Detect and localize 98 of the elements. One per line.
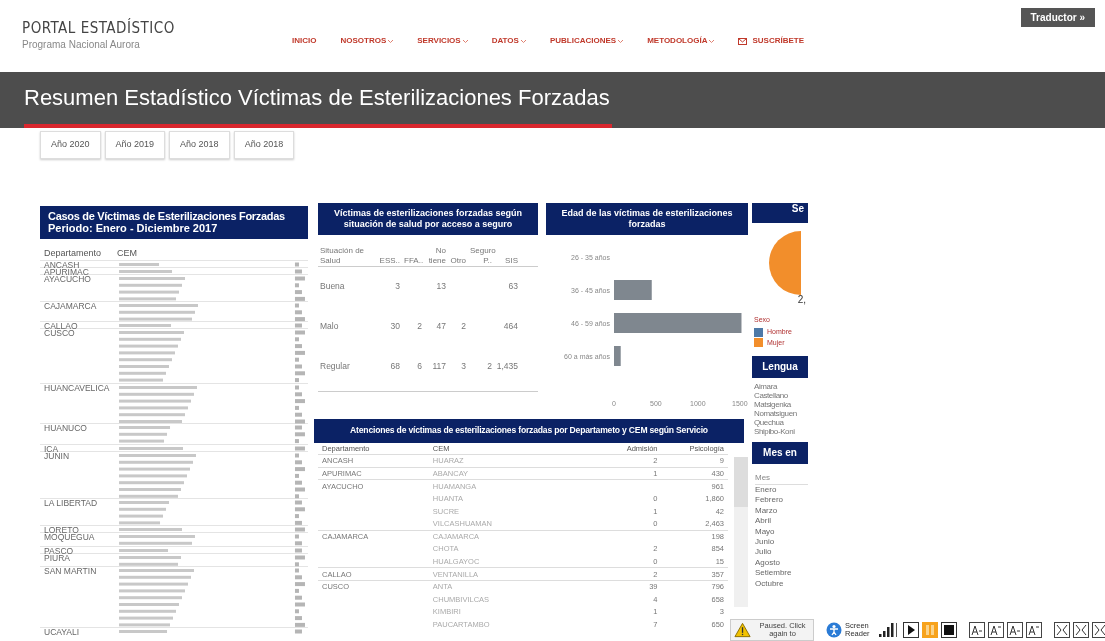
month-item[interactable]: Junio [755,537,808,548]
column-header: SIS [504,255,519,266]
panel-header: Mes en [752,442,808,464]
department-label: LORETO [43,526,80,533]
month-item[interactable]: Mayo [755,526,808,538]
department-label: PASCO [43,546,75,553]
column-header: Situación de Salud [319,246,366,266]
column-header: Departamento [43,246,103,260]
panel-header: Se [752,202,808,223]
column-header: No tiene [427,246,447,266]
nav-link[interactable]: NOSOTROS [340,35,394,47]
department-label: CALLAO [43,322,79,329]
text-size-icon[interactable] [1026,622,1042,638]
scrollbar-thumb[interactable] [734,456,748,507]
column-header: CEM [117,246,137,260]
panel-title: Casos de Víctimas de Esterilizaciones Forzadas [48,209,286,223]
table-cell-text: 3 [460,361,467,372]
department-label: SAN MARTIN [43,567,98,579]
table-cell-text: 6 [416,361,423,372]
text-size-icon[interactable] [1007,622,1023,638]
department-label: LA LIBERTAD [43,499,99,511]
column-header: Mes [755,472,808,485]
column-header: ESS.. [378,255,401,266]
pie-value: 2, [797,292,806,307]
year-tab[interactable]: Año 2019 [104,131,166,159]
table-cell-text: 63 [507,281,519,292]
table-cell-text: 13 [435,281,447,292]
panel-header: Víctimas de esterilizaciones forzadas según situación de salud por acceso a seguro [318,202,538,235]
language-item[interactable]: Castellano [754,391,808,400]
mail-icon [738,37,748,45]
month-item[interactable]: Febrero [755,495,808,506]
column-header: FFA.. [403,255,424,266]
table-cell-text: 2 [486,361,493,372]
panel-header: Atenciones de víctimas de esterilizaciones forzadas por Departameto y CEM según Servicio [314,418,744,443]
month-item[interactable]: Abril [755,516,808,527]
column-header: Seguro P.. [469,246,494,266]
month-item[interactable]: Octubre [755,578,808,590]
panel-subtitle: Periodo: Enero - Diciembre 2017 [48,222,219,235]
month-item[interactable]: Agosto [755,557,808,569]
column-header: Otro [449,255,467,266]
month-item[interactable]: Julio [755,547,808,558]
translator-button[interactable]: Traductor » [1020,8,1095,27]
month-item[interactable]: Enero [755,485,808,496]
language-item[interactable]: Shipibo-Koni [754,427,808,436]
month-item[interactable]: Marzo [755,505,808,517]
page-title: Resumen Estadístico Víctimas de Esterilizaciones Forzadas [24,81,612,128]
row-label: Regular [319,361,351,372]
panel-header: Lengua [752,356,808,378]
table-cell-text: 30 [389,321,401,332]
department-label: ANCASH [43,261,80,268]
nav-link[interactable]: SERVICIOS [417,35,468,47]
resize-icon[interactable] [1073,622,1089,638]
volume-bars-icon [878,622,900,638]
department-label: HUANCAVELICA [43,383,111,395]
year-tab[interactable]: Año 2018 [233,131,295,159]
warning-icon [734,622,752,638]
table-cell-text: 2 [416,321,423,332]
department-label: MOQUEGUA [43,533,96,545]
table-cell-text: 464 [502,321,519,332]
department-label: CAJAMARCA [43,302,98,314]
nav-link[interactable]: METODOLOGÍA [647,35,715,47]
bar [614,279,652,300]
table-cell-text: 47 [435,321,447,332]
language-item[interactable]: Aimara [754,382,808,391]
play-button[interactable] [903,622,919,638]
table-cell-text: 3 [394,281,401,292]
department-label: ICA [43,444,59,451]
resize-icon[interactable] [1054,622,1070,638]
nav-link[interactable]: SUSCRÍBETE [738,35,804,47]
nav-link[interactable]: PUBLICACIONES [549,35,624,47]
department-label: UCAYALI [43,628,81,635]
logo-subtitle: Programa Nacional Aurora [22,37,141,52]
department-label: JUNIN [43,451,71,463]
stop-button[interactable] [941,622,957,638]
bar [614,345,621,366]
table-cell-text: 68 [389,361,401,372]
text-size-icon[interactable] [988,622,1004,638]
accessibility-icon [826,622,842,638]
row-label: Malo [319,321,340,332]
year-tab[interactable]: Año 2018 [169,131,230,159]
language-item[interactable]: Matsigenka [754,400,808,409]
table-cell-text: 117 [431,361,447,372]
month-item[interactable]: Setiembre [755,568,808,579]
language-item[interactable]: Nomatsiguen [754,409,808,418]
logo-title[interactable]: PORTAL ESTADÍSTICO [22,20,292,37]
nav-link[interactable]: INICIO [292,35,317,47]
resize-icon[interactable] [1092,622,1105,638]
department-label: PIURA [43,553,71,565]
nav-link[interactable]: DATOS [491,35,526,47]
language-item[interactable]: Quechua [754,418,808,427]
department-label: HUANUCO [43,424,88,436]
department-label: CUSCO [43,329,75,341]
table-cell-text: 1,435 [495,361,519,372]
row-label: Buena [319,281,346,292]
text-size-icon[interactable] [969,622,985,638]
year-tab[interactable]: Año 2020 [40,131,101,159]
panel-header: Edad de las víctimas de esterilizaciones forzadas [546,202,748,235]
table-cell-text: 2 [460,321,467,332]
